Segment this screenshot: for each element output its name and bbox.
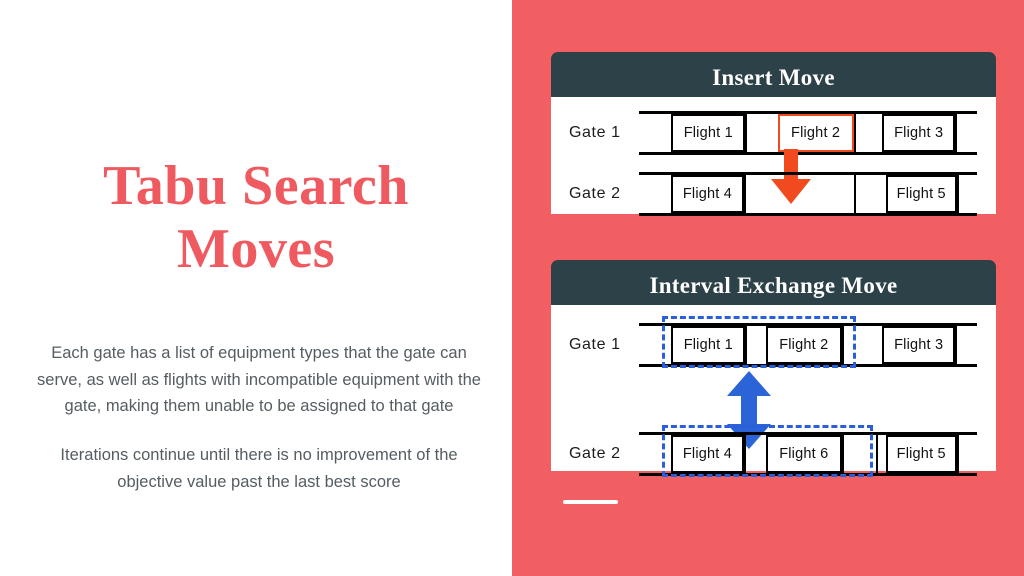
- flight-block-selected[interactable]: Flight 2: [777, 114, 854, 152]
- body-paragraph-2: Iterations continue until there is no im…: [60, 446, 458, 491]
- timeline-tick: [841, 326, 844, 364]
- gate-label-2-exchange: Gate 2: [569, 445, 621, 462]
- timeline-tick: [955, 114, 958, 152]
- body-paragraph-1: Each gate has a list of equipment types …: [37, 344, 481, 416]
- flight-block[interactable]: Flight 1: [671, 114, 746, 152]
- flight-block[interactable]: Flight 2: [765, 326, 842, 364]
- diagram-title-interval-exchange: Interval Exchange Move: [649, 272, 898, 298]
- flight-label: Flight 2: [779, 337, 829, 353]
- timeline-tick: [853, 114, 856, 152]
- flight-label: Flight 5: [896, 446, 946, 462]
- gate-timeline-1-exchange: Flight 1 Flight 2 Flight 3: [639, 323, 977, 367]
- left-content-column: Tabu Search Moves Each gate has a list o…: [0, 0, 512, 576]
- page-title: Tabu Search Moves: [103, 155, 409, 280]
- flight-label: Flight 5: [896, 186, 946, 202]
- diagram-card-interval-exchange: Interval Exchange Move Gate 1 Flight 1 F…: [551, 260, 996, 477]
- flight-block[interactable]: Flight 4: [671, 175, 744, 213]
- flight-block[interactable]: Flight 6: [765, 435, 842, 473]
- timeline-tick: [841, 435, 844, 473]
- timeline-tick: [853, 175, 856, 213]
- flight-label: Flight 3: [894, 337, 944, 353]
- timeline-tick: [743, 175, 746, 213]
- timeline-tick: [956, 435, 959, 473]
- timeline-tick: [875, 435, 878, 473]
- flight-label: Flight 1: [683, 125, 733, 141]
- diagram-header-interval-exchange: Interval Exchange Move: [551, 260, 996, 311]
- flight-label: Flight 6: [779, 446, 829, 462]
- timeline-bottom-rule: [639, 213, 977, 216]
- timeline-tick: [743, 435, 746, 473]
- flight-block[interactable]: Flight 5: [885, 435, 957, 473]
- gate-timeline-2-exchange: Flight 4 Flight 6 Flight 5: [639, 432, 977, 476]
- flight-block[interactable]: Flight 5: [885, 175, 957, 213]
- gate-row-2-exchange: Gate 2 Flight 4 Flight 6 Flight 5: [569, 432, 977, 476]
- flight-block[interactable]: Flight 3: [882, 114, 956, 152]
- flight-label: Flight 3: [894, 125, 944, 141]
- diagram-body-interval-exchange: Gate 1 Flight 1 Flight 2 Flight 3 Gate 2…: [551, 305, 996, 477]
- diagram-title-insert-move: Insert Move: [712, 64, 835, 90]
- flight-label: Flight 2: [791, 125, 841, 141]
- flight-block[interactable]: Flight 3: [882, 326, 956, 364]
- flight-block[interactable]: Flight 1: [671, 326, 746, 364]
- accent-panel: Insert Move Gate 1 Flight 1 Flight 2 Fli…: [512, 0, 1024, 576]
- flight-label: Flight 1: [683, 337, 733, 353]
- timeline-bottom-rule: [639, 364, 977, 367]
- gate-timeline-2-insert: Flight 4 Flight 5: [639, 172, 977, 216]
- body-text-block: Each gate has a list of equipment types …: [28, 340, 490, 496]
- flight-label: Flight 4: [682, 186, 733, 202]
- gate-row-1-exchange: Gate 1 Flight 1 Flight 2 Flight 3: [569, 323, 977, 367]
- gate-label-1-exchange: Gate 1: [569, 336, 621, 353]
- gate-row-2-insert: Gate 2 Flight 4 Flight 5: [569, 172, 977, 216]
- flight-block[interactable]: Flight 4: [671, 435, 744, 473]
- timeline-tick: [745, 114, 748, 152]
- gate-label-2-insert: Gate 2: [569, 185, 621, 202]
- diagram-card-insert-move: Insert Move Gate 1 Flight 1 Flight 2 Fli…: [551, 52, 996, 216]
- timeline-tick: [745, 326, 748, 364]
- diagram-header-insert-move: Insert Move: [551, 52, 996, 103]
- timeline-tick: [955, 326, 958, 364]
- flight-label: Flight 4: [682, 446, 733, 462]
- slide-canvas: Tabu Search Moves Each gate has a list o…: [0, 0, 1024, 576]
- gate-label-1-insert: Gate 1: [569, 124, 621, 141]
- diagram-body-insert-move: Gate 1 Flight 1 Flight 2 Flight 3 Gate 2…: [551, 97, 996, 216]
- footer-rule: [563, 500, 618, 504]
- timeline-tick: [956, 175, 959, 213]
- timeline-bottom-rule: [639, 473, 977, 476]
